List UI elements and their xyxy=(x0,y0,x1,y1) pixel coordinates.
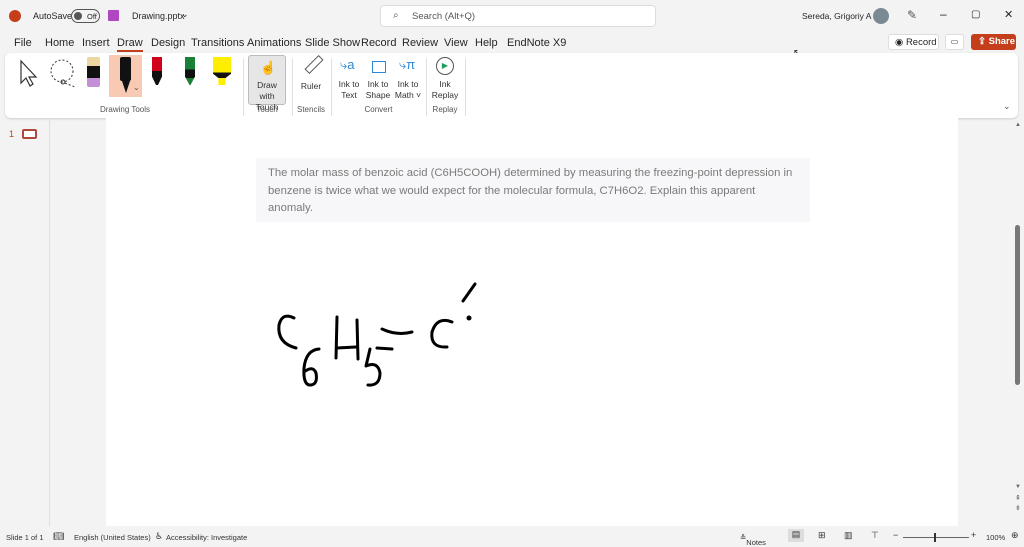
select-arrow-icon[interactable] xyxy=(17,59,43,87)
ink-slash xyxy=(461,282,477,303)
record-button[interactable]: ◉ Record xyxy=(888,34,939,50)
restore-button[interactable]: ▢ xyxy=(971,9,980,20)
ink-6 xyxy=(302,347,321,387)
tab-draw[interactable]: Draw xyxy=(117,37,143,52)
normal-view-button[interactable]: ▤ xyxy=(788,529,804,542)
ink-dot xyxy=(466,315,472,321)
status-bar: Slide 1 of 1 📖︎ English (United States) … xyxy=(0,528,1024,547)
group-touch: Touch xyxy=(256,105,278,114)
search-icon: ⌕ xyxy=(393,10,399,21)
ink-replay-button[interactable]: ▶ Ink Replay xyxy=(430,55,460,101)
draw-with-touch-button[interactable]: ☝ Draw with Touch xyxy=(248,55,286,112)
slide-show-button[interactable]: ⊤ xyxy=(871,530,879,541)
ink-h xyxy=(334,315,360,361)
scroll-up-icon[interactable]: ▲ xyxy=(1015,122,1021,128)
accessibility-icon: ♿︎ xyxy=(155,531,164,541)
fit-to-window-icon[interactable]: ⊕ xyxy=(1011,530,1019,541)
group-replay: Replay xyxy=(432,105,458,114)
scroll-down-icon[interactable]: ▼ xyxy=(1015,484,1021,490)
ruler-button[interactable]: Ruler xyxy=(296,54,326,95)
autosave-toggle[interactable]: Off xyxy=(71,9,100,23)
accessibility-status[interactable]: Accessibility: Investigate xyxy=(166,533,247,542)
slide-number: 1 xyxy=(9,129,15,139)
tab-view[interactable]: View xyxy=(444,37,468,49)
tab-design[interactable]: Design xyxy=(151,37,185,49)
thumbnail-pane: 1 xyxy=(0,120,50,526)
comments-button[interactable]: ▭ xyxy=(945,34,964,50)
slide-thumbnail[interactable] xyxy=(22,129,37,139)
tab-transitions[interactable]: Transitions xyxy=(191,37,244,49)
slide-sorter-button[interactable]: ⊞ xyxy=(818,530,826,541)
chevron-down-icon[interactable]: ⌄ xyxy=(133,83,140,92)
share-button[interactable]: ⇪ Share xyxy=(971,34,1016,50)
tab-file[interactable]: File xyxy=(14,37,32,49)
ink-to-math-icon: ⤷π xyxy=(399,57,416,72)
pen-green-tool[interactable] xyxy=(185,57,195,85)
file-name[interactable]: Drawing.pptx xyxy=(132,11,185,21)
powerpoint-logo-icon xyxy=(9,10,21,22)
vertical-scrollbar[interactable]: ▲ ▼ ⇞ ⇟ xyxy=(1013,120,1023,526)
ink-to-shape-icon xyxy=(372,61,386,73)
menu-bar: File Home Insert Draw Design Transitions… xyxy=(0,33,1024,53)
save-icon[interactable] xyxy=(108,10,119,21)
tab-review[interactable]: Review xyxy=(402,37,438,49)
highlighter-yellow-tool[interactable] xyxy=(213,57,231,85)
tab-animations[interactable]: Animations xyxy=(247,37,301,49)
pen-red-tool[interactable] xyxy=(152,57,162,85)
minimize-button[interactable]: – xyxy=(940,7,947,21)
zoom-slider-thumb[interactable] xyxy=(934,533,936,542)
search-input[interactable]: ⌕ Search (Alt+Q) xyxy=(380,5,656,27)
touch-hand-icon: ☝ xyxy=(260,60,277,75)
slide-counter: Slide 1 of 1 xyxy=(6,533,44,542)
zoom-level[interactable]: 100% xyxy=(986,533,1005,542)
tab-home[interactable]: Home xyxy=(45,37,74,49)
avatar[interactable] xyxy=(873,8,889,24)
ink-dash xyxy=(380,327,414,335)
group-drawing-tools: Drawing Tools xyxy=(99,105,151,114)
zoom-out-button[interactable]: − xyxy=(893,530,898,540)
handwritten-ink[interactable] xyxy=(106,118,958,526)
title-bar: AutoSave Off Drawing.pptx ⌄ ⌕ Search (Al… xyxy=(0,0,1024,32)
lasso-select-icon[interactable] xyxy=(47,58,79,88)
ink-c2 xyxy=(430,318,454,349)
tab-slide-show[interactable]: Slide Show xyxy=(305,37,360,49)
chevron-down-icon: ⌄ xyxy=(181,9,189,19)
ink-to-shape-button[interactable]: Ink to Shape xyxy=(364,55,392,101)
ink-c xyxy=(277,314,298,350)
ink-to-math-button[interactable]: ⤷π Ink to Math ˅ xyxy=(393,55,423,101)
zoom-slider[interactable] xyxy=(903,533,969,542)
previous-slide-icon[interactable]: ⇞ xyxy=(1015,494,1021,502)
eraser-tool[interactable] xyxy=(87,57,100,87)
user-name[interactable]: Sereda, Grigoriy A xyxy=(802,11,871,21)
ink-to-text-icon: ⤷a xyxy=(340,57,355,72)
notes-button[interactable]: ≙ Notes xyxy=(740,533,766,547)
slide-canvas[interactable]: The molar mass of benzoic acid (C6H5COOH… xyxy=(106,118,958,526)
pen-black-tool[interactable]: ⌄ xyxy=(109,55,142,97)
ink-to-text-button[interactable]: ⤷a Ink to Text xyxy=(336,55,362,101)
tab-record[interactable]: Record xyxy=(361,37,396,49)
scrollbar-thumb[interactable] xyxy=(1015,225,1020,385)
tab-endnote[interactable]: EndNote X9 xyxy=(507,37,566,49)
tab-help[interactable]: Help xyxy=(475,37,498,49)
reading-view-button[interactable]: ▥ xyxy=(844,530,853,541)
tab-insert[interactable]: Insert xyxy=(82,37,110,49)
spell-check-icon[interactable]: 📖︎ xyxy=(53,531,64,542)
zoom-in-button[interactable]: + xyxy=(971,530,976,540)
pen-icon[interactable]: ✎ xyxy=(907,8,917,22)
ink-replay-icon: ▶ xyxy=(436,57,454,75)
collapse-ribbon-icon[interactable]: ⌄ xyxy=(1003,101,1011,112)
language-status[interactable]: English (United States) xyxy=(74,533,151,542)
ribbon: ⌄ Drawing Tools ☝ Draw with Touch Touch R… xyxy=(5,53,1018,118)
group-stencils: Stencils xyxy=(296,105,325,114)
close-button[interactable]: ✕ xyxy=(1004,8,1013,21)
ruler-icon xyxy=(304,54,324,75)
next-slide-icon[interactable]: ⇟ xyxy=(1015,504,1021,512)
group-convert: Convert xyxy=(364,105,393,114)
autosave-label: AutoSave xyxy=(33,11,73,21)
ink-5 xyxy=(364,346,394,387)
